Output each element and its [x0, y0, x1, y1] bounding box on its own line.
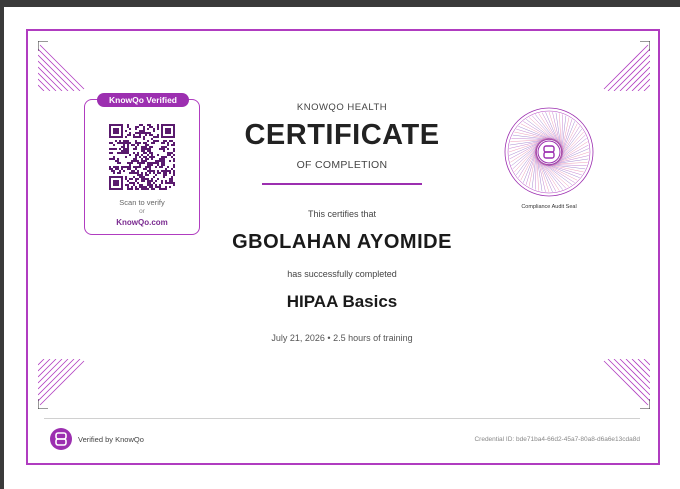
footer-divider — [44, 418, 640, 419]
credential-id: Credential ID: bde71ba4-66d2-45a7-80a8-d… — [474, 436, 640, 443]
organization-name: KNOWQO HEALTH — [296, 102, 388, 113]
corner-ornament-top-left — [38, 41, 88, 91]
corner-ornament-top-right — [600, 41, 650, 91]
certificate-title: CERTIFICATE — [244, 119, 440, 151]
qr-code-icon[interactable] — [109, 124, 175, 190]
corner-ornament-bottom-left — [38, 359, 88, 409]
corner-ornament-bottom-right — [600, 359, 650, 409]
or-text: or — [139, 208, 145, 215]
knowqo-logo-icon — [50, 428, 72, 450]
corner-lines-icon — [38, 359, 85, 409]
certificate-subtitle: OF COMPLETION — [296, 159, 388, 171]
title-divider — [262, 183, 422, 185]
certifies-text: This certifies that — [307, 209, 377, 219]
recipient-name: GBOLAHAN AYOMIDE — [232, 231, 452, 253]
verified-by-text: Verified by KnowQo — [78, 435, 144, 444]
compliance-seal-icon — [504, 107, 594, 197]
scan-to-verify-text: Scan to verify — [119, 198, 165, 207]
seal-label: Compliance Audit Seal — [521, 204, 577, 210]
completed-text: has successfully completed — [287, 269, 397, 279]
corner-lines-icon — [603, 359, 650, 409]
knowqo-link[interactable]: KnowQo.com — [85, 218, 199, 227]
qr-verification-card: KnowQo Verified Scan to verify or KnowQo… — [84, 93, 200, 235]
course-name: HIPAA Basics — [286, 292, 398, 311]
corner-lines-icon — [603, 41, 650, 91]
corner-lines-icon — [38, 41, 85, 91]
certificate-page: KnowQo Verified Scan to verify or KnowQo… — [4, 7, 680, 489]
completion-meta: July 21, 2026 • 2.5 hours of training — [271, 333, 413, 343]
verified-badge: KnowQo Verified — [97, 93, 189, 107]
